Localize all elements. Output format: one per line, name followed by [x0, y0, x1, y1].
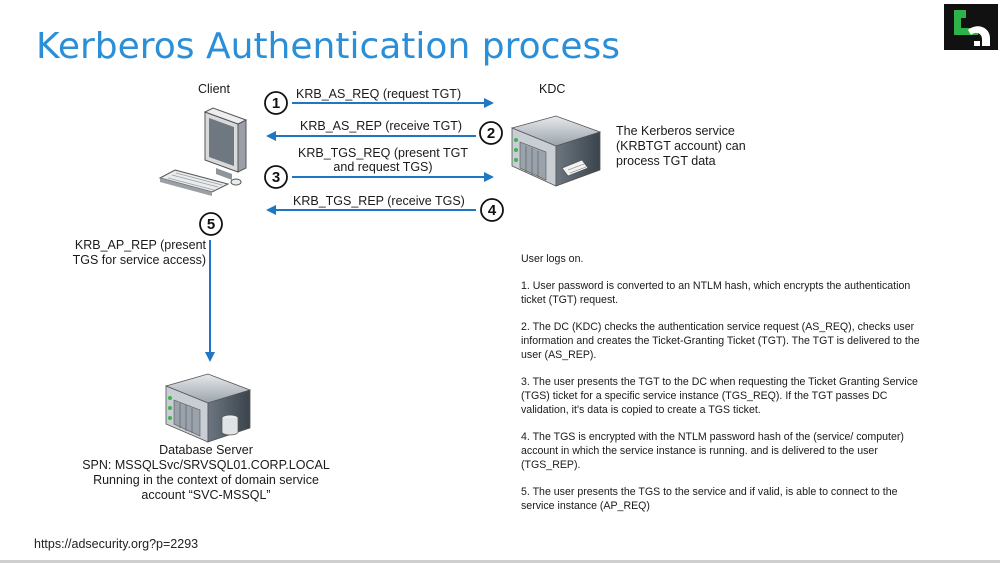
message-label-as-rep: KRB_AS_REP (receive TGT): [300, 119, 463, 133]
step-number-1: 1: [272, 95, 280, 112]
process-description: User logs on. 1. User password is conver…: [521, 252, 921, 526]
description-step-4: 4. The TGS is encrypted with the NTLM pa…: [521, 431, 904, 471]
source-link[interactable]: https://adsecurity.org?p=2293: [34, 537, 198, 551]
description-step-1: 1. User password is converted to an NTLM…: [521, 280, 911, 306]
message-label-tgs-req: KRB_TGS_REQ (present TGT and request TGS…: [292, 146, 474, 174]
description-step-3: 3. The user presents the TGT to the DC w…: [521, 376, 918, 416]
db-server-caption-line: Running in the context of domain service: [93, 473, 319, 487]
client-label: Client: [198, 82, 230, 96]
description-intro: User logs on.: [521, 253, 584, 265]
db-server-caption-line: Database Server: [159, 443, 253, 457]
db-server-caption-line: account “SVC-MSSQL”: [141, 488, 271, 502]
description-step-5: 5. The user presents the TGS to the serv…: [521, 486, 898, 512]
client-computer-icon: [158, 107, 248, 196]
step-number-3: 3: [272, 169, 280, 186]
db-server-caption: Database Server SPN: MSSQLSvc/SRVSQL01.C…: [66, 443, 346, 503]
message-label-ap-rep: KRB_AP_REP (present TGS for service acce…: [72, 238, 206, 268]
kdc-note-line: The Kerberos service: [616, 124, 735, 138]
db-server-caption-line: SPN: MSSQLSvc/SRVSQL01.CORP.LOCAL: [82, 458, 330, 472]
kdc-note-line: process TGT data: [616, 154, 716, 168]
message-label-line: TGS for service access): [72, 253, 206, 267]
kdc-note: The Kerberos service (KRBTGT account) ca…: [616, 124, 746, 169]
step-number-2: 2: [487, 125, 495, 142]
message-label-line: KRB_TGS_REQ (present TGT: [298, 146, 468, 160]
message-label-as-req: KRB_AS_REQ (request TGT): [296, 87, 462, 101]
step-number-5: 5: [207, 216, 215, 233]
kdc-server-icon: [510, 115, 602, 187]
message-label-line: and request TGS): [333, 160, 433, 174]
database-server-icon: [164, 373, 252, 443]
message-label-line: KRB_AP_REP (present: [74, 238, 206, 252]
kdc-label: KDC: [539, 82, 566, 96]
kdc-note-line: (KRBTGT account) can: [616, 139, 746, 153]
message-label-tgs-rep: KRB_TGS_REP (receive TGS): [293, 194, 465, 208]
description-step-2: 2. The DC (KDC) checks the authenticatio…: [521, 321, 920, 361]
step-number-4: 4: [488, 202, 497, 219]
